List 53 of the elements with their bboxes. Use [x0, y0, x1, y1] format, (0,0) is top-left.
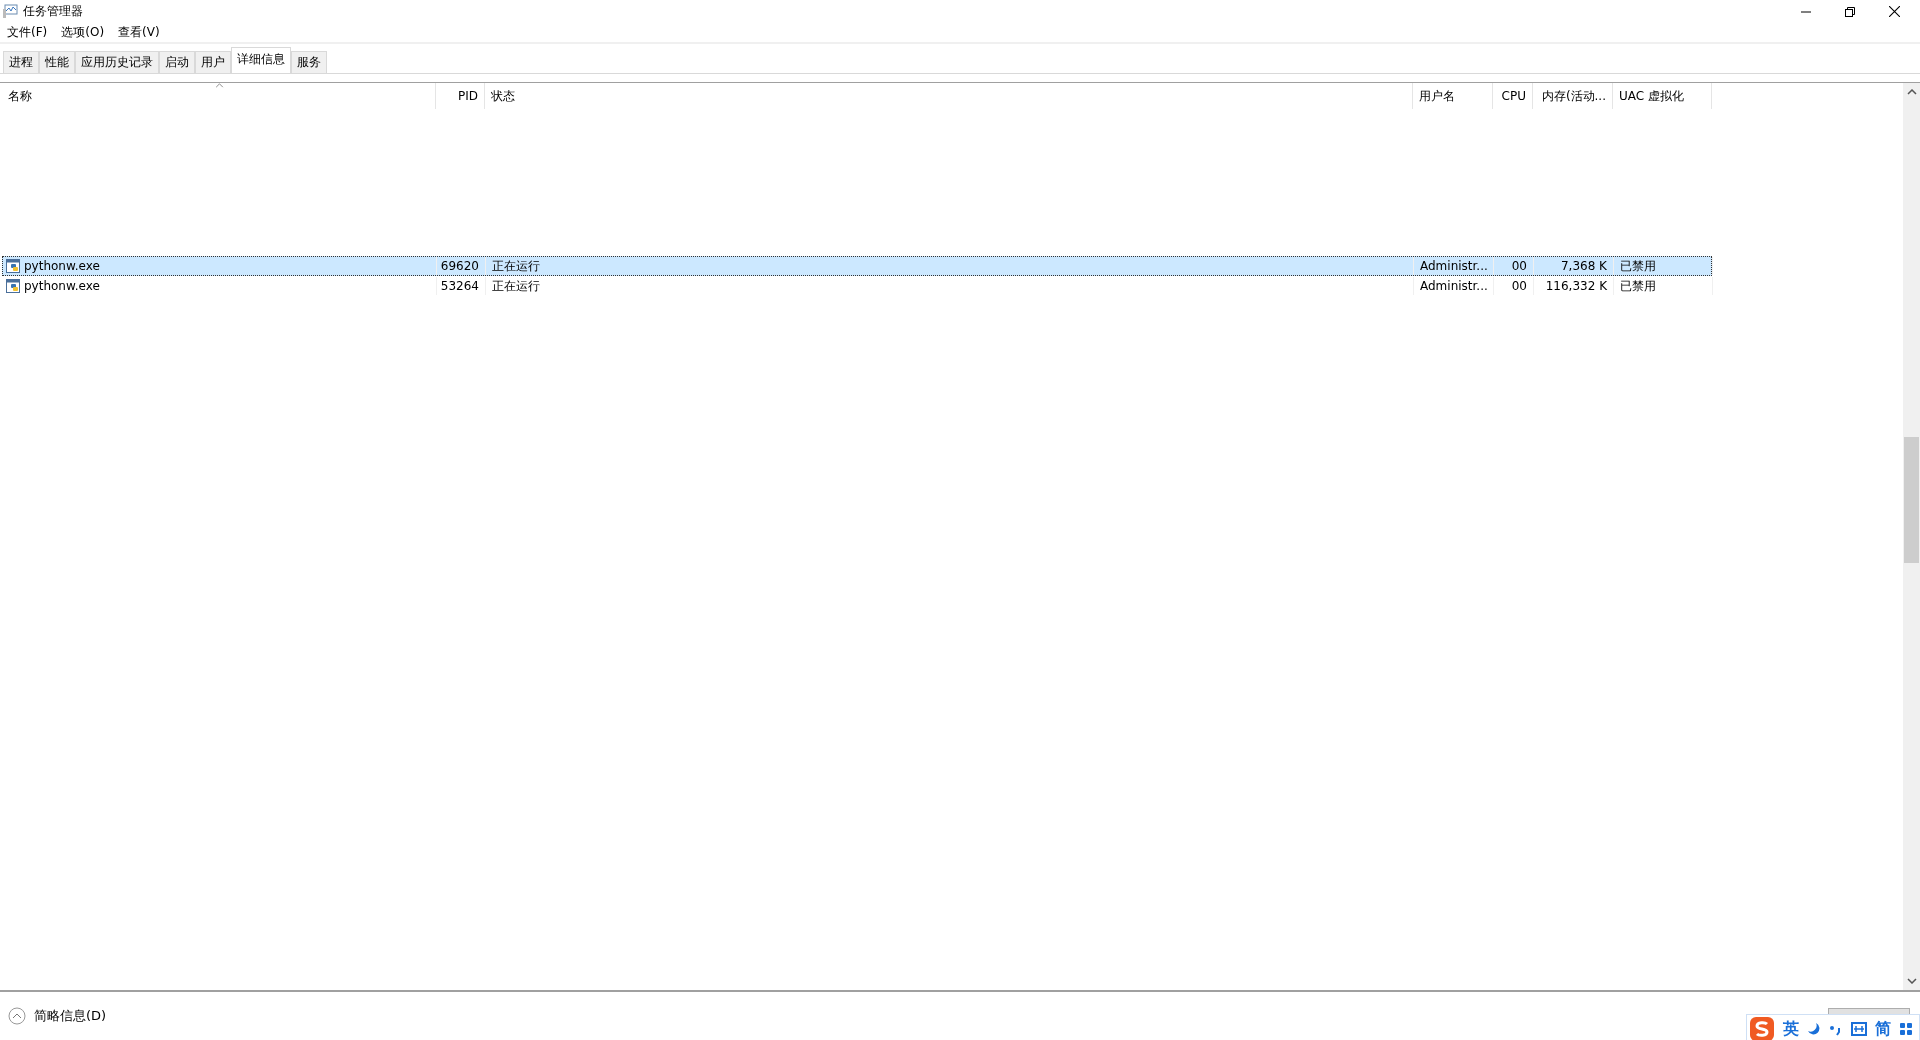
tab[interactable]: 性能	[39, 51, 75, 73]
close-icon[interactable]	[1889, 6, 1900, 17]
table-cell: 7,368 K	[1560, 259, 1607, 273]
column-header[interactable]: CPU	[1493, 83, 1533, 109]
keyboard-icon[interactable]	[1851, 1022, 1867, 1036]
scroll-up-icon[interactable]	[1906, 89, 1917, 95]
grid-icon[interactable]	[1899, 1022, 1913, 1036]
table-cell: pythonw.exe	[24, 279, 100, 293]
chevron-up-icon	[8, 1007, 26, 1025]
input-script[interactable]: 简	[1875, 1018, 1891, 1040]
column-header[interactable]: 名称	[2, 83, 436, 109]
menu-item[interactable]: 文件(F)	[7, 23, 48, 41]
tab[interactable]: 详细信息	[231, 47, 291, 73]
table-cell: 00	[1511, 279, 1527, 293]
scrollbar-thumb[interactable]	[1904, 437, 1919, 563]
scrollbar[interactable]	[1903, 83, 1920, 990]
input-language[interactable]: 英	[1783, 1018, 1799, 1040]
tab[interactable]: 服务	[291, 51, 327, 73]
table-cell: 正在运行	[492, 257, 540, 275]
tab[interactable]: 进程	[3, 51, 39, 73]
table-cell: 69620	[440, 259, 479, 273]
restore-icon[interactable]	[1845, 6, 1855, 17]
column-header[interactable]: 状态	[485, 83, 1413, 109]
tab[interactable]: 用户	[195, 51, 231, 73]
table-cell: Administr...	[1420, 259, 1488, 273]
table-row[interactable]: pythonw.exe 53264 正在运行 Administr... 00 116,332 K 已禁用	[2, 276, 1712, 296]
column-header[interactable]: 内存(活动...	[1533, 83, 1613, 109]
table-cell: 116,332 K	[1545, 279, 1607, 293]
table-cell: pythonw.exe	[24, 259, 100, 273]
table-cell: Administr...	[1420, 279, 1488, 293]
table-cell: 正在运行	[492, 277, 540, 295]
column-header[interactable]: 用户名	[1413, 83, 1493, 109]
scroll-down-icon[interactable]	[1906, 978, 1917, 984]
sort-caret-icon	[214, 83, 224, 88]
window-title: 任务管理器	[23, 2, 83, 20]
python-window-icon	[6, 259, 20, 273]
table-cell: 已禁用	[1620, 277, 1656, 295]
tab[interactable]: 启动	[159, 51, 195, 73]
moon-icon[interactable]	[1807, 1022, 1821, 1036]
fewer-details-label[interactable]: 简略信息(D)	[34, 1007, 107, 1025]
table-row[interactable]: pythonw.exe 69620 正在运行 Administr... 00 7,368 K 已禁用	[2, 256, 1712, 276]
column-header[interactable]: PID	[436, 83, 485, 109]
ime-logo-icon[interactable]	[1749, 1016, 1775, 1040]
menu-item[interactable]: 查看(V)	[118, 23, 160, 41]
table-cell: 00	[1511, 259, 1527, 273]
monitor-icon	[2, 3, 18, 19]
menu-item[interactable]: 选项(O)	[61, 23, 105, 41]
column-header[interactable]: UAC 虚拟化	[1613, 83, 1712, 109]
table-cell: 已禁用	[1620, 257, 1656, 275]
fewer-details-link[interactable]: 简略信息(D)	[8, 1007, 107, 1025]
table-cell: 53264	[440, 279, 479, 293]
tab[interactable]: 应用历史记录	[75, 51, 159, 73]
python-window-icon	[6, 279, 20, 293]
